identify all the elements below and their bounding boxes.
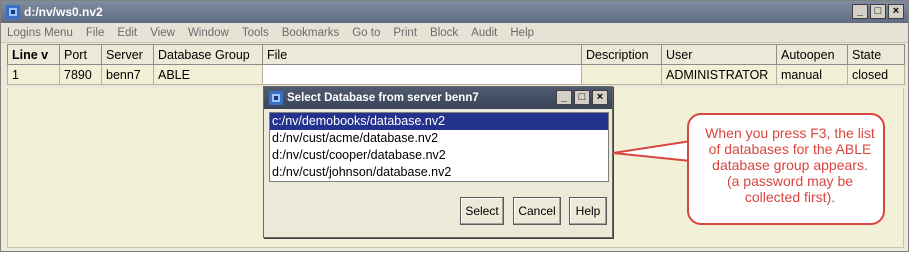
main-window: d:/nv/ws0.nv2 _ □ × Logins Menu File Edi… (0, 0, 909, 252)
callout-box: When you press F3, the list of databases… (687, 113, 885, 225)
callout-text: When you press F3, the list of databases… (705, 125, 875, 205)
